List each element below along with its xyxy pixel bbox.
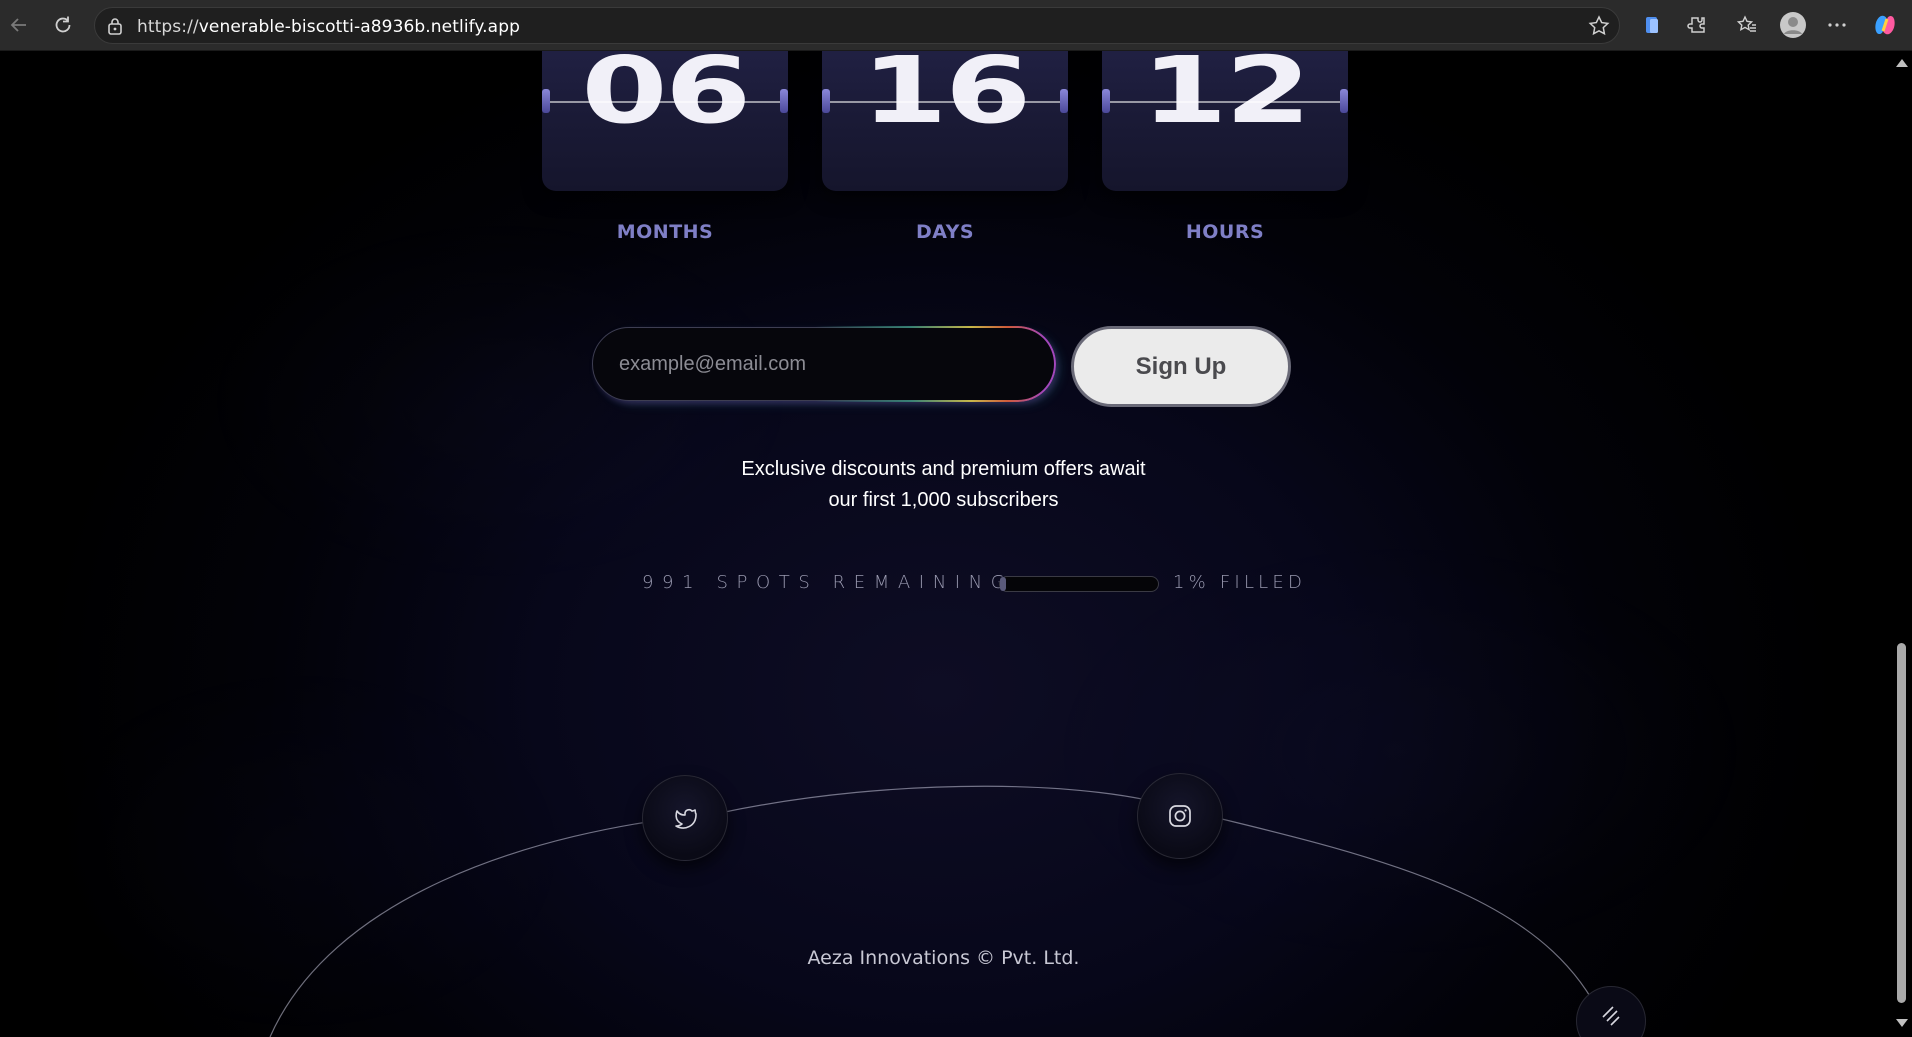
page-scrollbar[interactable] [1891,51,1912,1037]
scroll-thumb[interactable] [1897,643,1906,1003]
spots-progress-bar [999,576,1159,592]
profile-icon [1780,12,1806,38]
offer-text: Exclusive discounts and premium offers a… [0,454,1887,516]
favorites-icon [1736,15,1756,32]
browser-toolbar: https://venerable-biscotti-a8936b.netlif… [0,0,1912,51]
spots-status: 991 SPOTS REMAINING 1% FILLED [0,568,1891,598]
spots-progress-fill [1000,577,1007,591]
flip-divider [542,101,788,103]
back-icon [10,18,26,32]
profile-button[interactable] [1778,10,1808,40]
favorites-button[interactable] [1732,10,1762,40]
address-bar[interactable]: https://venerable-biscotti-a8936b.netlif… [94,7,1620,44]
spots-filled: 1% FILLED [1173,572,1307,593]
twitter-icon [675,808,697,829]
collections-icon [1646,17,1658,33]
flip-card-months: 06 [542,51,788,191]
countdown: 06 MONTHS 16 DAYS 12 HOURS [0,51,1891,251]
url-host: venerable-biscotti-a8936b.netlify.app [198,17,520,37]
days-label: DAYS [915,221,975,243]
copyright-text: Aeza Innovations © Pvt. Ltd. [807,947,1080,969]
offer-line-1: Exclusive discounts and premium offers a… [741,458,1146,480]
scroll-up-arrow[interactable] [1896,59,1908,67]
spots-remaining: 991 SPOTS REMAINING [642,572,1014,593]
twitter-button[interactable] [642,775,728,861]
email-input[interactable] [619,328,1019,400]
flip-peg [822,89,830,113]
copilot-button[interactable] [1870,10,1900,40]
flip-peg [1340,89,1348,113]
instagram-button[interactable] [1137,773,1223,859]
flip-card-days: 16 [822,51,1068,191]
lock-icon[interactable] [105,16,125,36]
hours-label: HOURS [1185,221,1265,243]
copilot-icon [1875,15,1895,35]
extensions-button[interactable] [1682,10,1712,40]
url-text[interactable]: https://venerable-biscotti-a8936b.netlif… [137,17,520,37]
landing-page: 06 MONTHS 16 DAYS 12 HOURS Sign Up Exclu… [0,51,1891,1037]
more-icon [1828,23,1846,27]
email-field[interactable] [592,327,1055,401]
back-button[interactable] [2,8,36,42]
sign-up-button[interactable]: Sign Up [1071,326,1291,407]
flip-peg [1102,89,1110,113]
extensions-icon [1687,17,1705,33]
more-button[interactable] [1822,10,1852,40]
link-icon [1602,1006,1620,1026]
flip-divider [1102,101,1348,103]
url-prefix: https:// [137,17,199,37]
reload-icon [55,16,71,33]
scroll-down-arrow[interactable] [1896,1019,1908,1027]
months-label: MONTHS [616,221,714,243]
instagram-icon [1169,805,1191,827]
flip-divider [822,101,1068,103]
flip-peg [542,89,550,113]
collections-button[interactable] [1637,10,1667,40]
reload-button[interactable] [46,8,80,42]
offer-line-2: our first 1,000 subscribers [828,489,1059,511]
star-icon[interactable] [1587,14,1611,38]
flip-card-hours: 12 [1102,51,1348,191]
